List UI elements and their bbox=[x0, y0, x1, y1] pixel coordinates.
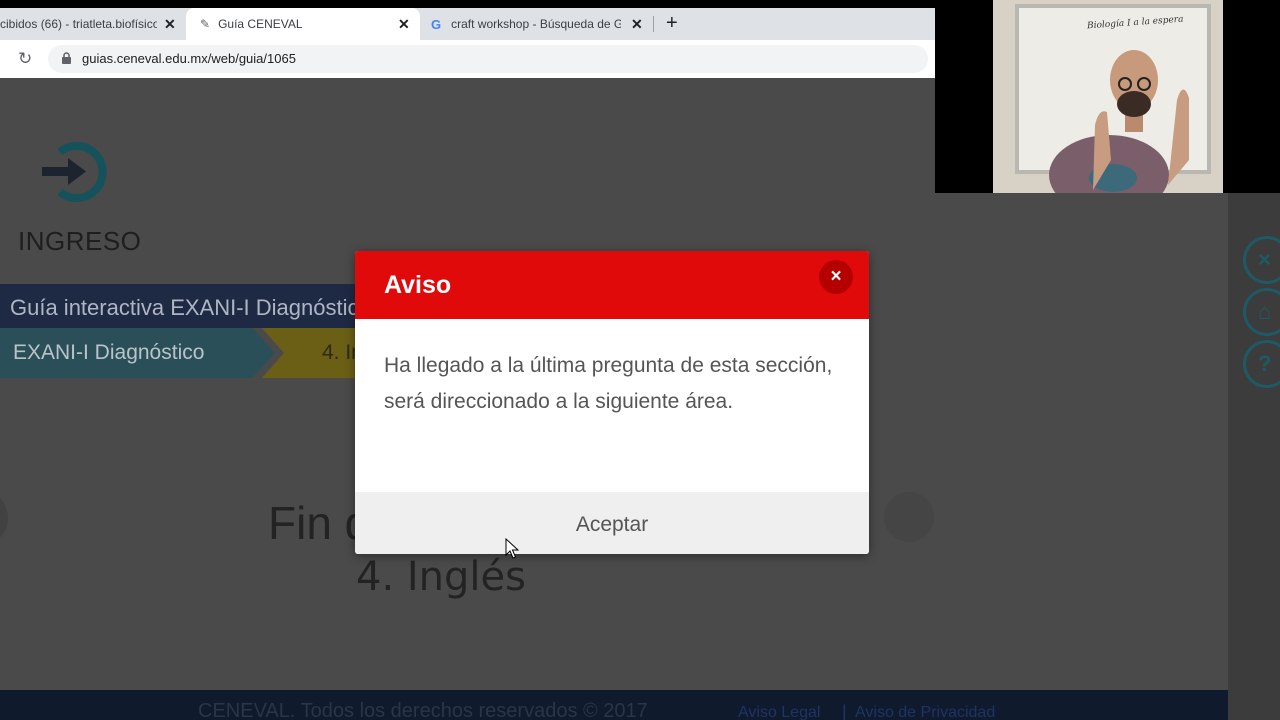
reload-button[interactable]: ↻ bbox=[18, 49, 32, 69]
home-icon: ⌂ bbox=[1258, 299, 1272, 324]
footer-copyright: CENEVAL. Todos los derechos reservados ©… bbox=[198, 700, 648, 720]
dialog-title: Aviso bbox=[384, 271, 452, 299]
tab-separator bbox=[653, 16, 654, 32]
help-icon: ? bbox=[1258, 351, 1272, 376]
new-tab-button[interactable]: + bbox=[666, 12, 678, 35]
presenter-image bbox=[1049, 50, 1189, 193]
google-icon: G bbox=[431, 16, 442, 32]
previous-button[interactable] bbox=[0, 496, 8, 540]
legal-notice-link[interactable]: Aviso Legal bbox=[738, 704, 820, 720]
close-icon[interactable]: ✕ bbox=[631, 16, 643, 33]
tab-google-search[interactable]: G craft workshop - Búsqueda de Goo ✕ bbox=[421, 8, 653, 40]
guide-title: Guía interactiva EXANI-I Diagnóstico bbox=[10, 295, 371, 320]
next-button[interactable] bbox=[884, 492, 934, 542]
mouse-cursor-icon bbox=[505, 538, 519, 559]
tab-title: craft workshop - Búsqueda de Goo bbox=[451, 17, 622, 31]
browser-window: cibidos (66) - triatleta.biofísico ✕ ✎ G… bbox=[0, 0, 935, 78]
browser-toolbar: ↻ guias.ceneval.edu.mx/web/guia/1065 bbox=[0, 40, 935, 78]
dialog-close-button[interactable]: × bbox=[819, 260, 853, 294]
footer: CENEVAL. Todos los derechos reservados ©… bbox=[0, 690, 1228, 720]
favicon-icon: ✎ bbox=[200, 17, 211, 31]
close-icon: × bbox=[1258, 247, 1271, 272]
dialog-footer: Aceptar bbox=[355, 492, 869, 554]
tab-guia-ceneval[interactable]: ✎ Guía CENEVAL ✕ bbox=[186, 8, 420, 40]
section-end-subtitle: 4. Inglés bbox=[356, 554, 526, 600]
close-icon[interactable]: ✕ bbox=[398, 16, 410, 33]
breadcrumb-section[interactable]: 4. Inglés bbox=[262, 328, 401, 378]
privacy-notice-link[interactable]: Aviso de Privacidad bbox=[855, 704, 995, 720]
tab-title: cibidos (66) - triatleta.biofísico bbox=[0, 17, 157, 31]
tab-title: Guía CENEVAL bbox=[218, 17, 303, 31]
lock-icon bbox=[62, 52, 71, 64]
dialog-header: Aviso × bbox=[355, 251, 869, 319]
ingreso-logo-icon bbox=[42, 142, 107, 202]
accept-button[interactable]: Aceptar bbox=[355, 492, 869, 554]
breadcrumb-label: EXANI-I Diagnóstico bbox=[13, 341, 205, 364]
address-bar[interactable]: guias.ceneval.edu.mx/web/guia/1065 bbox=[48, 45, 928, 73]
tab-strip: cibidos (66) - triatleta.biofísico ✕ ✎ G… bbox=[0, 8, 935, 40]
dialog-message: Ha llegado a la última pregunta de esta … bbox=[384, 354, 833, 413]
tab-inbox[interactable]: cibidos (66) - triatleta.biofísico ✕ bbox=[0, 8, 185, 40]
breadcrumb-exam[interactable]: EXANI-I Diagnóstico bbox=[0, 328, 275, 378]
logo-text: INGRESO bbox=[18, 226, 142, 256]
guide-title-bar: Guía interactiva EXANI-I Diagnóstico bbox=[0, 284, 371, 328]
url-text: guias.ceneval.edu.mx/web/guia/1065 bbox=[82, 51, 296, 66]
footer-separator: | bbox=[842, 702, 847, 720]
webcam-overlay: Biología I a la espera bbox=[993, 0, 1223, 193]
close-icon[interactable]: ✕ bbox=[164, 16, 176, 33]
notice-dialog: Aviso × Ha llegado a la última pregunta … bbox=[355, 251, 869, 554]
